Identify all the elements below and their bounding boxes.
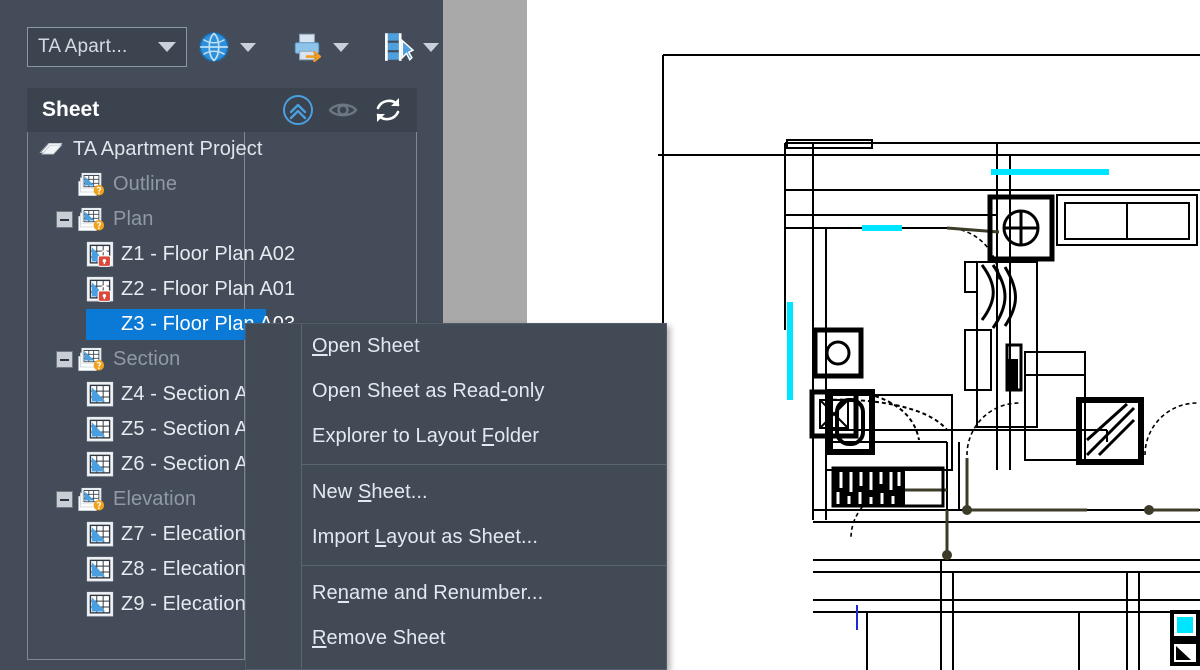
menu-item-label: Open Sheet as Read-only — [312, 380, 545, 402]
refresh-icon[interactable] — [372, 94, 404, 126]
project-combo-value: TA Apart... — [38, 36, 128, 57]
tree-expander-toggle[interactable] — [56, 491, 73, 508]
tree-expander-toggle[interactable] — [56, 351, 73, 368]
menu-separator — [302, 464, 666, 465]
category-sheet-icon — [78, 172, 105, 196]
menu-item-label: Import Layout as Sheet... — [312, 526, 538, 548]
sheet-locked-icon — [86, 241, 114, 267]
chevron-down-icon — [158, 42, 176, 52]
publish-button[interactable] — [197, 30, 256, 64]
sheet-select-icon — [385, 33, 414, 62]
tree-item-label: TA Apartment Project — [73, 138, 263, 160]
panel-toolbar: TA Apart... — [0, 0, 443, 80]
publish-dropdown-arrow[interactable] — [240, 42, 256, 52]
sheet-tree[interactable]: TA Apartment Project Outline Plan Z1 - Floo… — [27, 132, 295, 660]
tree-item-row[interactable]: Z1 - Floor Plan A02 — [28, 237, 418, 272]
double-chevron-up-icon[interactable] — [282, 94, 314, 126]
kitchen-counter — [831, 466, 945, 508]
menu-item-remove-sheet[interactable]: Remove Sheet — [302, 616, 666, 661]
sheet-icon — [86, 416, 114, 441]
sheet-icon — [86, 521, 114, 546]
printer-plot-icon — [294, 33, 322, 63]
context-menu-gutter — [246, 324, 302, 669]
menu-item-open-sheet-read-only[interactable]: Open Sheet as Read-only — [302, 369, 666, 414]
menu-item-rename-and-renumber[interactable]: Rename and Renumber... — [302, 571, 666, 616]
menu-item-explorer-to-layout-folder[interactable]: Explorer to Layout Folder — [302, 414, 666, 459]
category-sheet-icon — [78, 207, 105, 231]
category-sheet-icon — [78, 487, 105, 511]
project-icon — [39, 142, 63, 154]
tree-item-row[interactable]: Z2 - Floor Plan A01 — [28, 272, 418, 307]
menu-item-import-layout-as-sheet[interactable]: Import Layout as Sheet... — [302, 515, 666, 560]
plot-dropdown-arrow[interactable] — [333, 42, 349, 52]
right-fixture-stack — [1170, 610, 1200, 666]
sheet-icon — [86, 381, 114, 406]
menu-item-label: Rename and Renumber... — [312, 582, 544, 604]
sheet-locked-icon — [86, 276, 114, 302]
menu-item-label: New Sheet... — [312, 481, 428, 503]
menu-item-label: Explorer to Layout Folder — [312, 425, 540, 447]
tree-item-label: Elevation — [113, 488, 197, 510]
tree-category-row[interactable]: Outline — [28, 167, 418, 202]
tree-expander-toggle[interactable] — [56, 211, 73, 228]
tree-item-row[interactable]: TA Apartment Project — [28, 132, 418, 167]
tree-category-row[interactable]: Plan — [28, 202, 418, 237]
sheet-icon — [86, 591, 114, 616]
eye-icon[interactable] — [327, 94, 359, 126]
globe-publish-icon — [199, 32, 229, 62]
sheet-icon — [86, 556, 114, 581]
tree-item-label: Outline — [113, 173, 178, 195]
sheet-set-dropdown-arrow[interactable] — [423, 42, 439, 52]
page-title: Sheet — [42, 98, 100, 121]
plot-button[interactable] — [290, 30, 349, 64]
menu-item-new-sheet[interactable]: New Sheet... — [302, 470, 666, 515]
menu-separator — [302, 565, 666, 566]
project-combo[interactable]: TA Apart... — [27, 27, 187, 67]
tree-item-label: Z1 - Floor Plan A02 — [121, 243, 296, 265]
sheet-set-button[interactable] — [380, 30, 439, 64]
sofa-symbol — [1056, 194, 1198, 246]
window-glazing — [787, 169, 1109, 400]
tree-item-label: Plan — [113, 208, 154, 230]
sheet-icon — [86, 451, 114, 476]
menu-item-label: Remove Sheet — [312, 627, 446, 649]
tree-item-label: Section — [113, 348, 181, 370]
tree-item-label: Z2 - Floor Plan A01 — [121, 278, 296, 300]
app-window: TA Apart... Sheet TA Apartment Project O… — [0, 0, 1200, 670]
appliance-symbol — [987, 194, 1055, 262]
menu-item-open-sheet[interactable]: Open Sheet — [302, 324, 666, 369]
category-sheet-icon — [78, 347, 105, 371]
sheet-context-menu[interactable]: Open Sheet Open Sheet as Read-only Explore… — [245, 323, 667, 670]
panel-header: Sheet — [27, 88, 417, 132]
menu-item-label: Open Sheet — [312, 335, 420, 357]
